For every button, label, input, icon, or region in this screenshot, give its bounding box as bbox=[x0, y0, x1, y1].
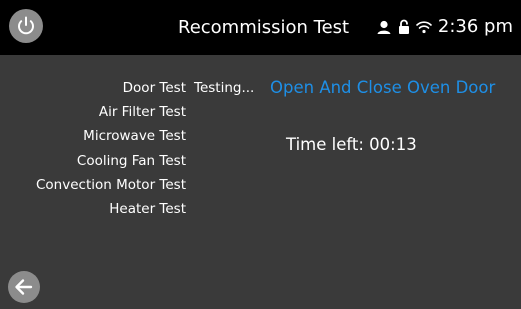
test-instruction: Open And Close Oven Door bbox=[270, 78, 496, 97]
status-bar: 2:36 pm bbox=[376, 16, 513, 37]
top-bar: Recommission Test 2:36 pm bbox=[0, 0, 521, 55]
user-icon bbox=[377, 20, 391, 34]
time-left: Time left: 00:13 bbox=[286, 135, 417, 154]
power-button[interactable] bbox=[9, 9, 43, 43]
test-list: Door Test Air Filter Test Microwave Test… bbox=[0, 78, 186, 223]
power-icon bbox=[18, 16, 34, 35]
test-item-convection-motor: Convection Motor Test bbox=[36, 176, 186, 193]
lock-icon bbox=[398, 19, 409, 34]
test-item-microwave: Microwave Test bbox=[83, 128, 186, 145]
back-button[interactable] bbox=[8, 271, 40, 303]
testing-status: Testing... bbox=[194, 80, 255, 96]
test-item-cooling-fan: Cooling Fan Test bbox=[76, 152, 186, 169]
clock: 2:36 pm bbox=[437, 16, 513, 37]
test-item-air-filter: Air Filter Test bbox=[98, 104, 186, 121]
test-item-heater: Heater Test bbox=[109, 200, 186, 217]
back-arrow-icon bbox=[15, 279, 33, 295]
wifi-icon bbox=[416, 20, 432, 33]
test-item-door: Door Test bbox=[122, 80, 186, 96]
page-title: Recommission Test bbox=[178, 17, 350, 38]
